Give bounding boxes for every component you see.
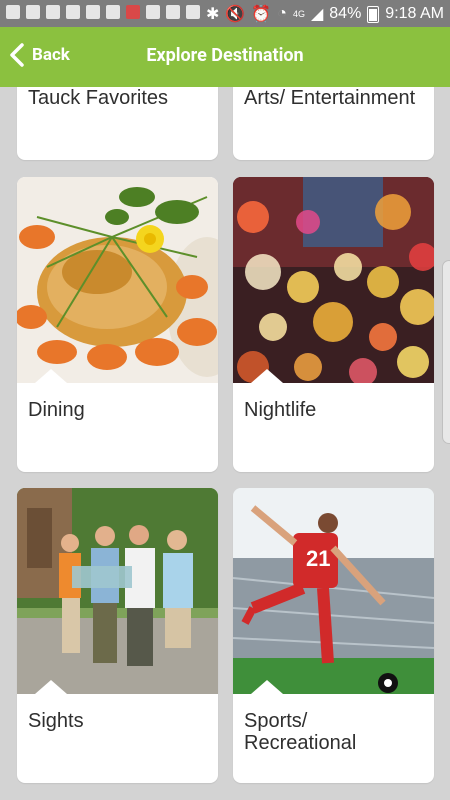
messages-icon: [6, 5, 20, 19]
clock: 9:18 AM: [385, 5, 444, 22]
category-card-dining[interactable]: Dining: [17, 177, 218, 472]
good-icon: [186, 5, 200, 19]
category-label: Arts/ Entertainment: [244, 87, 416, 109]
mute-icon: 🔇: [225, 6, 246, 23]
nyt-icon: [166, 5, 180, 19]
notification-icons: [6, 5, 200, 19]
category-card-sports-recreational[interactable]: 21 Sports/ Recreational: [233, 488, 434, 783]
calendar-icon: [126, 5, 140, 19]
category-label: Tauck Favorites: [28, 87, 169, 109]
signal-icon: ◢: [310, 6, 324, 23]
category-label: Sports/ Recreational: [244, 710, 357, 754]
battery-icon: [367, 5, 380, 23]
category-label: Nightlife: [244, 399, 317, 421]
scroll-edge-indicator: [442, 260, 450, 444]
image-pointer: [251, 369, 283, 383]
battery-percent: 84%: [329, 5, 362, 22]
category-label: Dining: [28, 399, 85, 421]
nyt-icon: [146, 5, 160, 19]
category-card-sights[interactable]: Sights: [17, 488, 218, 783]
play-icon: [106, 5, 120, 19]
category-card-nightlife[interactable]: Nightlife: [233, 177, 434, 472]
image-pointer: [35, 680, 67, 694]
photo-icon: [46, 5, 60, 19]
svg-text:21: 21: [306, 546, 330, 571]
bluetooth-icon: ✱: [206, 6, 220, 23]
shield-icon: [66, 5, 80, 19]
category-card-arts-entertainment[interactable]: Arts/ Entertainment: [233, 87, 434, 160]
sports-image: 21: [233, 488, 434, 694]
chat-icon: [26, 5, 40, 19]
alarm-icon: ⏰: [251, 6, 272, 23]
nightlife-image: [233, 177, 434, 383]
image-pointer: [251, 680, 283, 694]
dining-image: [17, 177, 218, 383]
image-pointer: [35, 369, 67, 383]
sights-image: [17, 488, 218, 694]
status-bar: ✱ 🔇 ⏰ ◔ 4G ◢ 84% 9:18 AM: [0, 0, 450, 27]
signal-label: 4G: [292, 9, 305, 19]
category-grid: Tauck Favorites Arts/ Entertainment Dini…: [0, 87, 450, 800]
download-icon: [86, 5, 100, 19]
app-bar: Back Explore Destination: [0, 27, 450, 87]
system-status: ✱ 🔇 ⏰ ◔ 4G ◢ 84% 9:18 AM: [206, 4, 444, 24]
category-card-tauck-favorites[interactable]: Tauck Favorites: [17, 87, 218, 160]
category-label: Sights: [28, 710, 84, 732]
page-title: Explore Destination: [146, 45, 304, 66]
wifi-icon: ◔: [277, 5, 287, 22]
